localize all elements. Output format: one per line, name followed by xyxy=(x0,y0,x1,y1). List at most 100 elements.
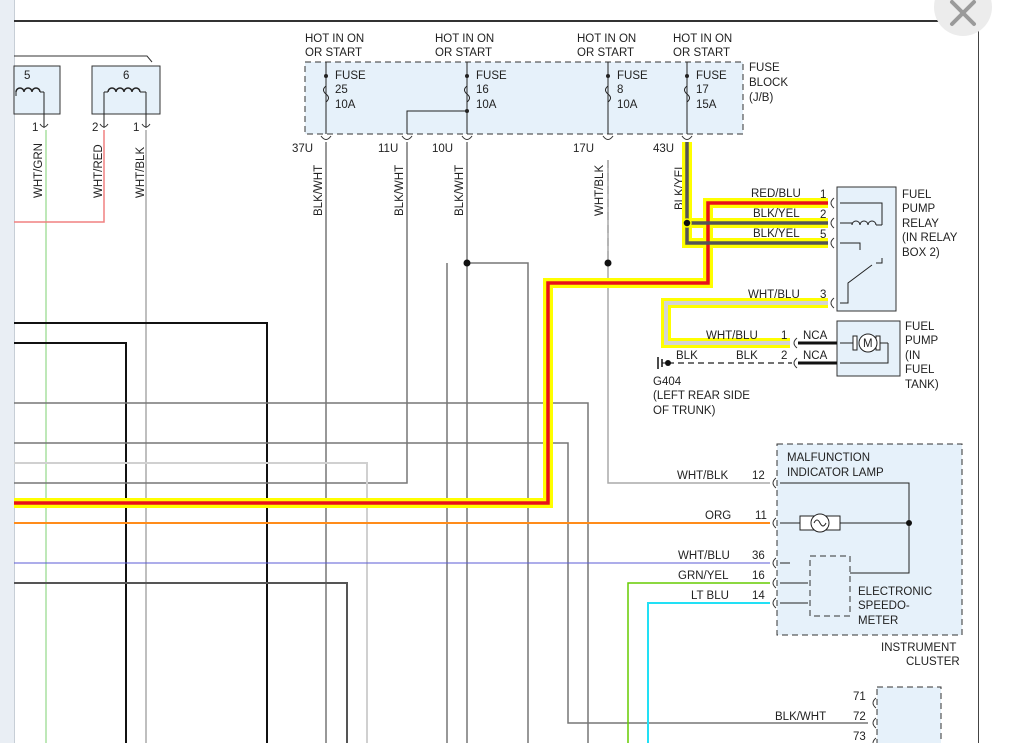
fuse-block-label-2: BLOCK xyxy=(749,77,788,89)
component-5: 5 1 xyxy=(13,65,61,134)
bottom-pin-73: 73 xyxy=(853,731,866,743)
pump-connector-arcs xyxy=(793,337,798,369)
component-6-pin-b: 1 xyxy=(133,122,139,134)
fuse-8-num: 8 xyxy=(617,84,623,96)
wire-gray-h4 xyxy=(14,582,348,743)
close-icon xyxy=(950,0,976,26)
fuse-16-amp: 10A xyxy=(476,99,497,111)
speedo-label-2: SPEEDO- xyxy=(858,600,910,612)
fuse16-hot-label-2: OR START xyxy=(435,47,492,59)
wire-label-wht-grn: WHT/GRN xyxy=(33,143,45,198)
cluster-wire-org: ORG xyxy=(705,510,731,522)
fuse-17-word: FUSE xyxy=(696,70,727,82)
terminal-17u: 17U xyxy=(573,143,594,155)
relay-wire-red-blu: RED/BLU xyxy=(751,188,801,200)
relay-label-4: (IN RELAY xyxy=(902,232,958,244)
fuse-8-word: FUSE xyxy=(617,70,648,82)
fuse8-hot-label-1: HOT IN ON xyxy=(577,33,636,45)
pump-conn-1: NCA xyxy=(803,330,828,342)
wire-label-11u: BLK/WHT xyxy=(394,165,406,216)
pump-label-1: FUEL xyxy=(905,321,935,333)
wire-grn-yel xyxy=(627,582,770,743)
relay-pin-5: 5 xyxy=(820,229,826,241)
fuse-25-word: FUSE xyxy=(335,70,366,82)
splice-10u xyxy=(463,259,471,267)
component-5-pin: 1 xyxy=(32,122,38,134)
right-window-margin xyxy=(978,0,1026,743)
component-5-number: 5 xyxy=(24,70,30,82)
relay-label-3: RELAY xyxy=(902,218,939,230)
fuse-block-label-3: (J/B) xyxy=(749,92,773,104)
fuse-16-num: 16 xyxy=(476,84,489,96)
wire-label-37u: BLK/WHT xyxy=(313,165,325,216)
fuel-pump-relay xyxy=(836,186,897,312)
fuse25-hot-label-1: HOT IN ON xyxy=(305,33,364,45)
bottom-pin-72: 72 xyxy=(853,711,866,723)
relay-connector-arcs xyxy=(830,197,835,309)
cluster-wire-wht-blu: WHT/BLU xyxy=(678,550,730,562)
fuse-8-amp: 10A xyxy=(617,99,638,111)
relay-pin-2: 2 xyxy=(820,209,826,221)
component-6-number: 6 xyxy=(123,70,129,82)
fuse-25-amp: 10A xyxy=(335,99,356,111)
fuse17-hot-label-2: OR START xyxy=(673,47,730,59)
fuse8-hot-label-2: OR START xyxy=(577,47,634,59)
ground-label-3: OF TRUNK) xyxy=(653,405,716,417)
cluster-wire-wht-blk: WHT/BLK xyxy=(677,470,728,482)
wire-lt-blu xyxy=(647,602,770,743)
cluster-wire-grn-yel: GRN/YEL xyxy=(678,570,729,582)
bottom-connector-arcs xyxy=(872,697,877,743)
close-button[interactable] xyxy=(934,0,992,36)
pump-pin-1: 1 xyxy=(781,330,787,342)
relay-wire-blk-yel-2: BLK/YEL xyxy=(753,208,800,220)
fuse17-hot-label-1: HOT IN ON xyxy=(673,33,732,45)
wire-label-wht-red: WHT/RED xyxy=(93,144,105,198)
pump-label-2: PUMP xyxy=(905,335,939,347)
terminal-37u: 37U xyxy=(292,143,313,155)
speedo-label-1: ELECTRONIC xyxy=(858,586,932,598)
wire-gray-h1 xyxy=(14,402,589,743)
pump-label-3: (IN xyxy=(905,350,920,362)
pump-label-4: FUEL xyxy=(905,364,935,376)
cluster-wire-lt-blu: LT BLU xyxy=(691,590,729,602)
relay-pin-1: 1 xyxy=(820,189,826,201)
diagram-viewer: 5 1 6 2 1 WHT/GRN WHT/RED WHT/BLK HOT IN… xyxy=(0,0,1026,743)
wire-wht-red xyxy=(14,130,105,223)
fuse-terminal-arcs xyxy=(320,135,693,140)
terminal-10u: 10U xyxy=(432,143,453,155)
cluster-pin-12: 12 xyxy=(752,470,765,482)
component-6-pin-a: 2 xyxy=(92,122,98,134)
cluster-pin-14: 14 xyxy=(752,590,765,602)
fuse16-hot-label-1: HOT IN ON xyxy=(435,33,494,45)
pump-wire-blk: BLK xyxy=(736,350,758,362)
bottom-connector xyxy=(876,686,942,743)
background-wires xyxy=(14,142,868,743)
relay-label-1: FUEL xyxy=(902,189,932,201)
cluster-pin-11: 11 xyxy=(755,510,767,522)
wire-black-1 xyxy=(14,322,268,743)
wire-label-17u: WHT/BLK xyxy=(594,165,606,216)
pump-conn-2: NCA xyxy=(803,350,828,362)
bottom-pin-71: 71 xyxy=(853,691,866,703)
pump-pin-2: 2 xyxy=(781,350,787,362)
cluster-label-2: CLUSTER xyxy=(906,656,960,668)
ground-wire-blk: BLK xyxy=(676,350,698,362)
relay-wire-blk-yel-5: BLK/YEL xyxy=(753,228,800,240)
wire-label-wht-blk-left: WHT/BLK xyxy=(135,147,147,198)
ground-label-2: (LEFT REAR SIDE xyxy=(653,390,750,402)
cluster-connector-arcs xyxy=(772,477,777,609)
mil-label-2: INDICATOR LAMP xyxy=(787,467,884,479)
fuse25-hot-label-2: OR START xyxy=(305,47,362,59)
relay-pin-3: 3 xyxy=(820,289,826,301)
terminal-43u: 43U xyxy=(653,143,674,155)
pump-label-5: TANK) xyxy=(905,379,939,391)
speedo-label-3: METER xyxy=(858,615,898,627)
fuse-block xyxy=(304,61,744,135)
wire-gray-11u xyxy=(14,142,408,484)
wire-label-10u: BLK/WHT xyxy=(454,165,466,216)
relay-label-2: PUMP xyxy=(902,203,936,215)
fuse-25-num: 25 xyxy=(335,84,348,96)
cluster-label-1: INSTRUMENT xyxy=(881,642,956,654)
terminal-11u: 11U xyxy=(378,143,398,155)
pump-motor-letter: M xyxy=(863,338,873,350)
